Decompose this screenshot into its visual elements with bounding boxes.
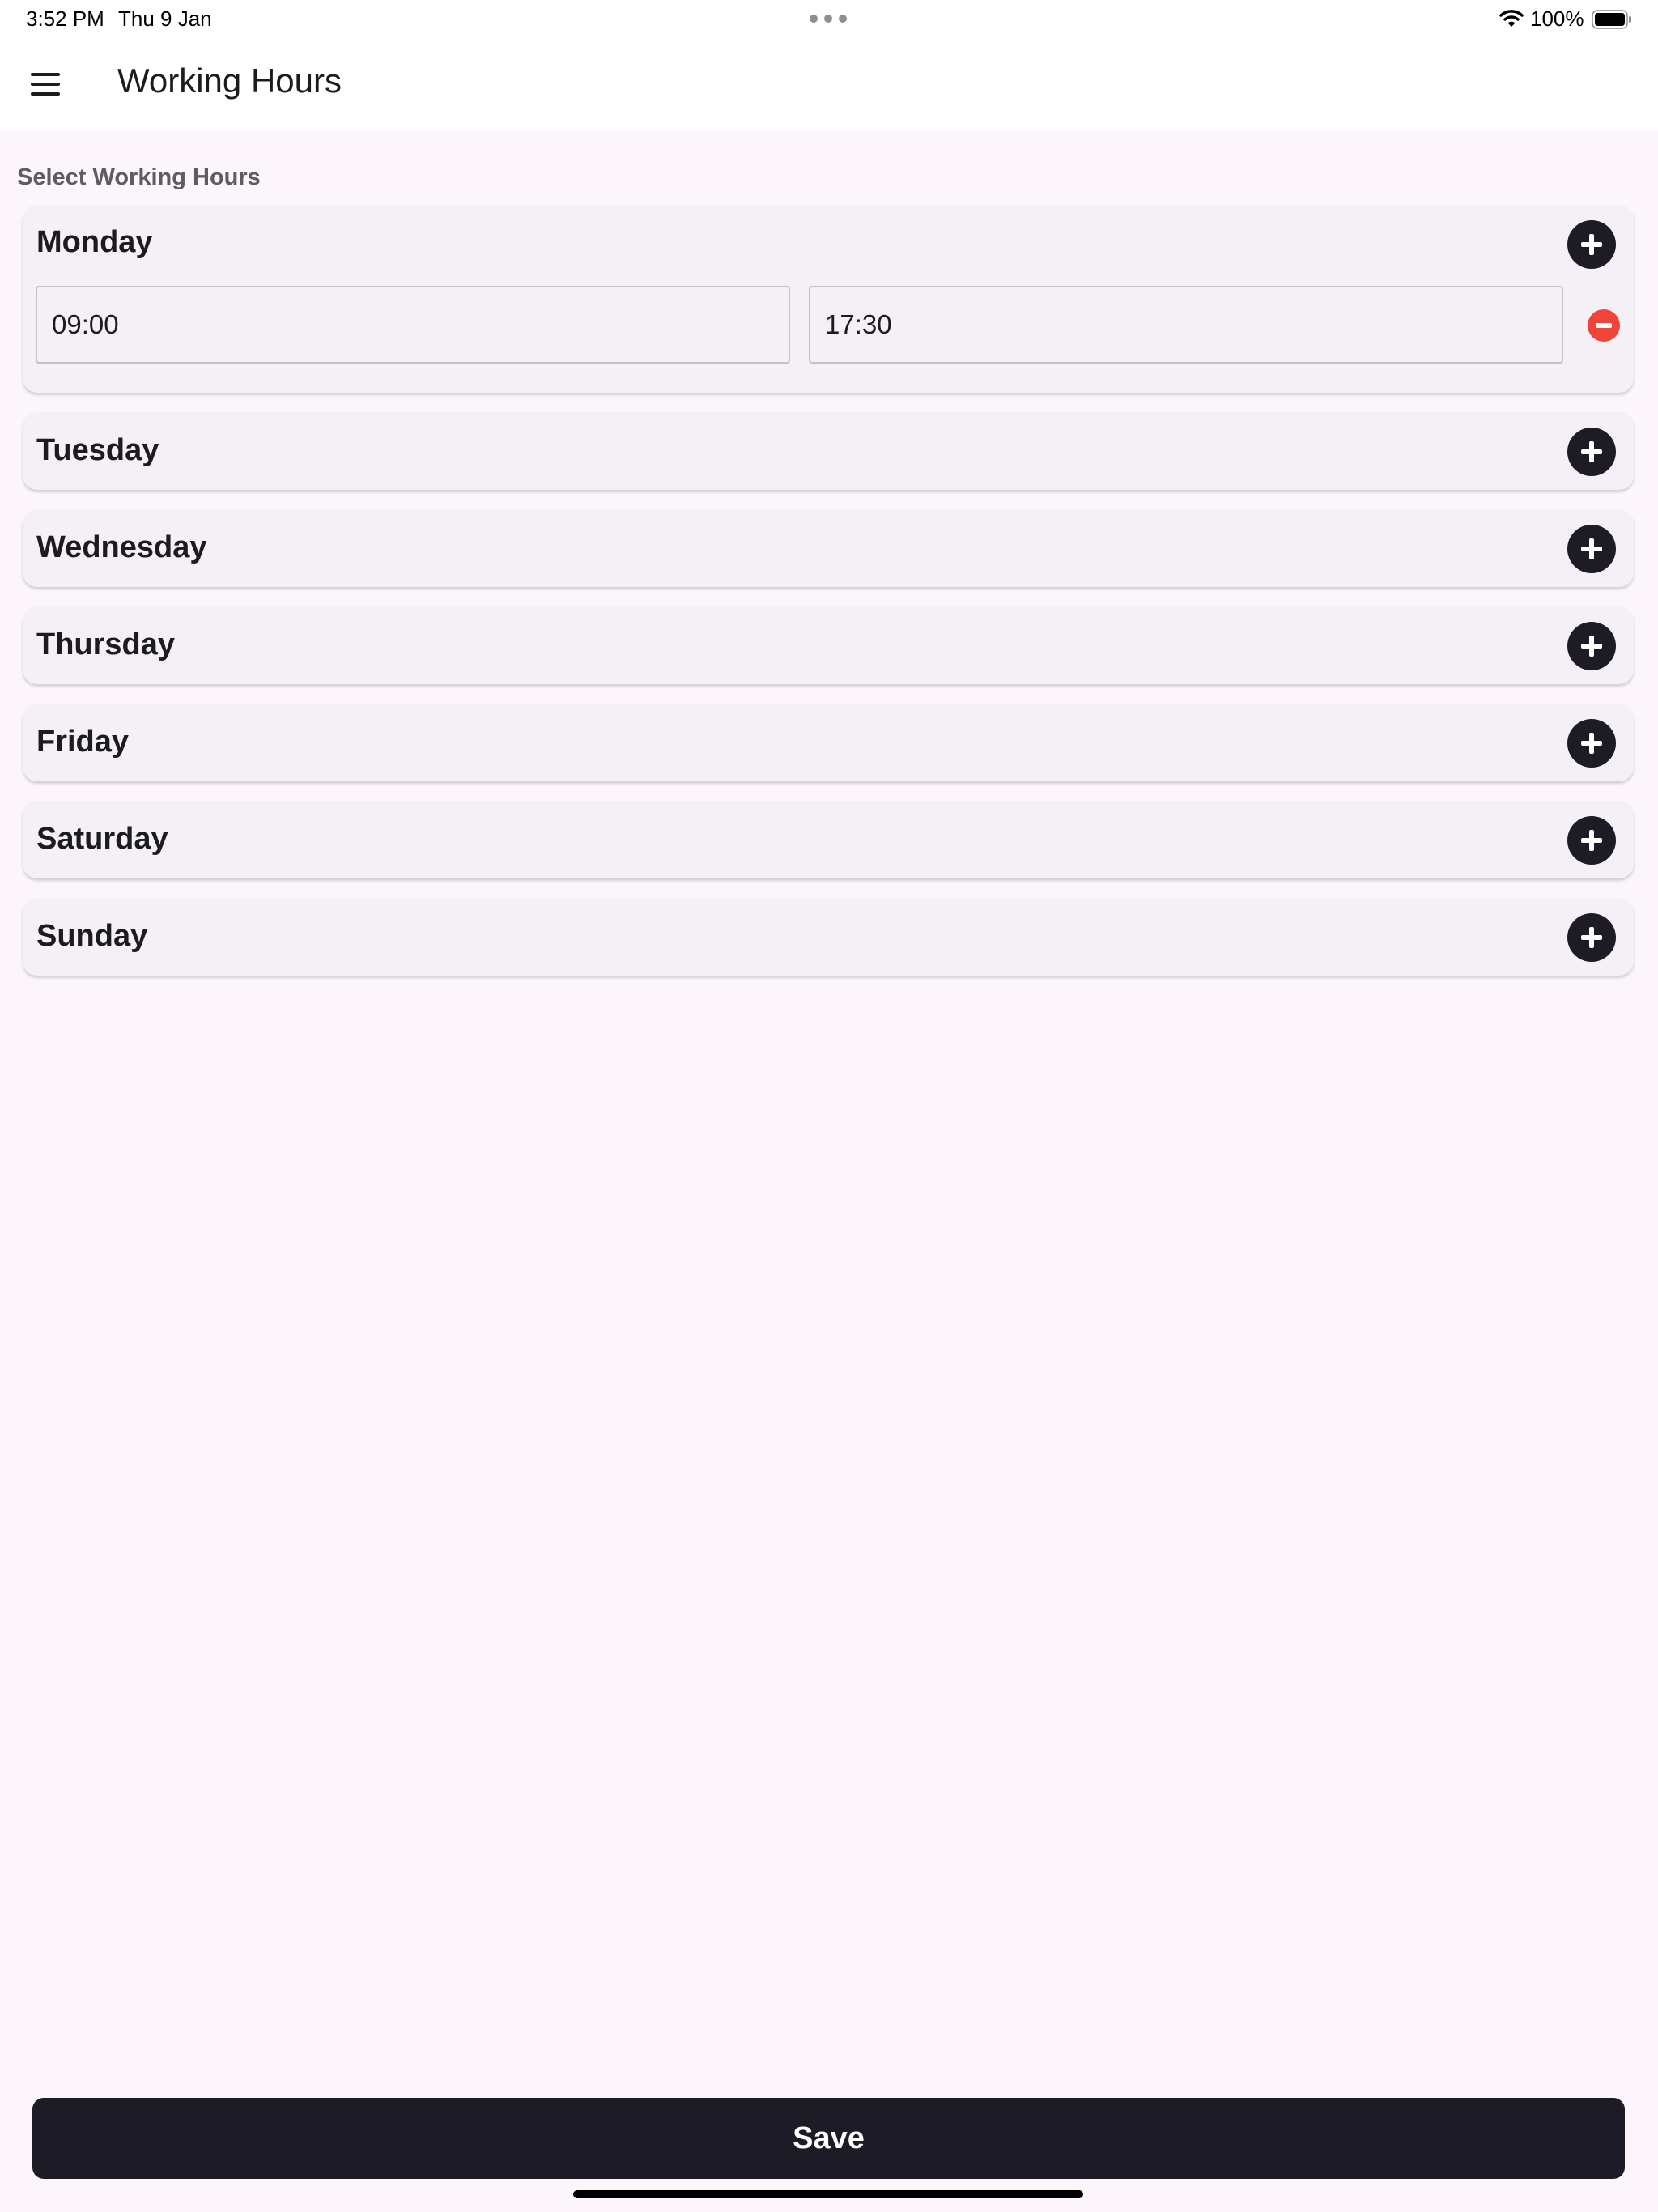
day-card-thursday: Thursday	[23, 606, 1634, 684]
status-bar: 3:52 PM Thu 9 Jan 100%	[0, 0, 1658, 39]
start-time-field[interactable]: 09:00	[36, 286, 790, 364]
save-button[interactable]: Save	[32, 2098, 1625, 2179]
add-circle-icon[interactable]	[1567, 525, 1616, 573]
battery-percentage: 100%	[1530, 6, 1584, 31]
end-time-value: 17:30	[825, 309, 892, 339]
start-time-value: 09:00	[52, 309, 119, 339]
day-card-friday: Friday	[23, 704, 1634, 781]
home-indicator[interactable]	[573, 2190, 1083, 2198]
add-circle-icon[interactable]	[1567, 816, 1616, 865]
add-circle-icon[interactable]	[1567, 719, 1616, 768]
section-label: Select Working Hours	[17, 164, 261, 190]
day-card-wednesday: Wednesday	[23, 509, 1634, 587]
wifi-icon	[1499, 10, 1524, 27]
hamburger-menu-icon[interactable]	[23, 65, 68, 104]
day-card-tuesday: Tuesday	[23, 412, 1634, 490]
add-circle-icon[interactable]	[1567, 622, 1616, 670]
day-name: Sunday	[36, 919, 148, 953]
more-dots-icon[interactable]	[810, 15, 847, 23]
day-name: Friday	[36, 725, 130, 759]
add-circle-icon[interactable]	[1567, 220, 1616, 269]
day-card-saturday: Saturday	[23, 801, 1634, 878]
add-circle-icon[interactable]	[1567, 913, 1616, 962]
day-name: Thursday	[36, 627, 176, 661]
status-time: 3:52 PM	[26, 6, 104, 31]
battery-icon	[1592, 10, 1631, 29]
day-card-monday: Monday 09:00 17:30	[23, 205, 1634, 393]
day-card-sunday: Sunday	[23, 898, 1634, 976]
page-title: Working Hours	[117, 62, 342, 100]
day-name: Saturday	[36, 822, 168, 856]
status-date: Thu 9 Jan	[118, 6, 212, 31]
day-name: Monday	[36, 225, 153, 259]
day-name: Tuesday	[36, 433, 159, 467]
app-bar: Working Hours	[0, 39, 1658, 130]
day-name: Wednesday	[36, 530, 207, 564]
remove-circle-icon[interactable]	[1588, 309, 1620, 342]
add-circle-icon[interactable]	[1567, 428, 1616, 476]
end-time-field[interactable]: 17:30	[809, 286, 1563, 364]
